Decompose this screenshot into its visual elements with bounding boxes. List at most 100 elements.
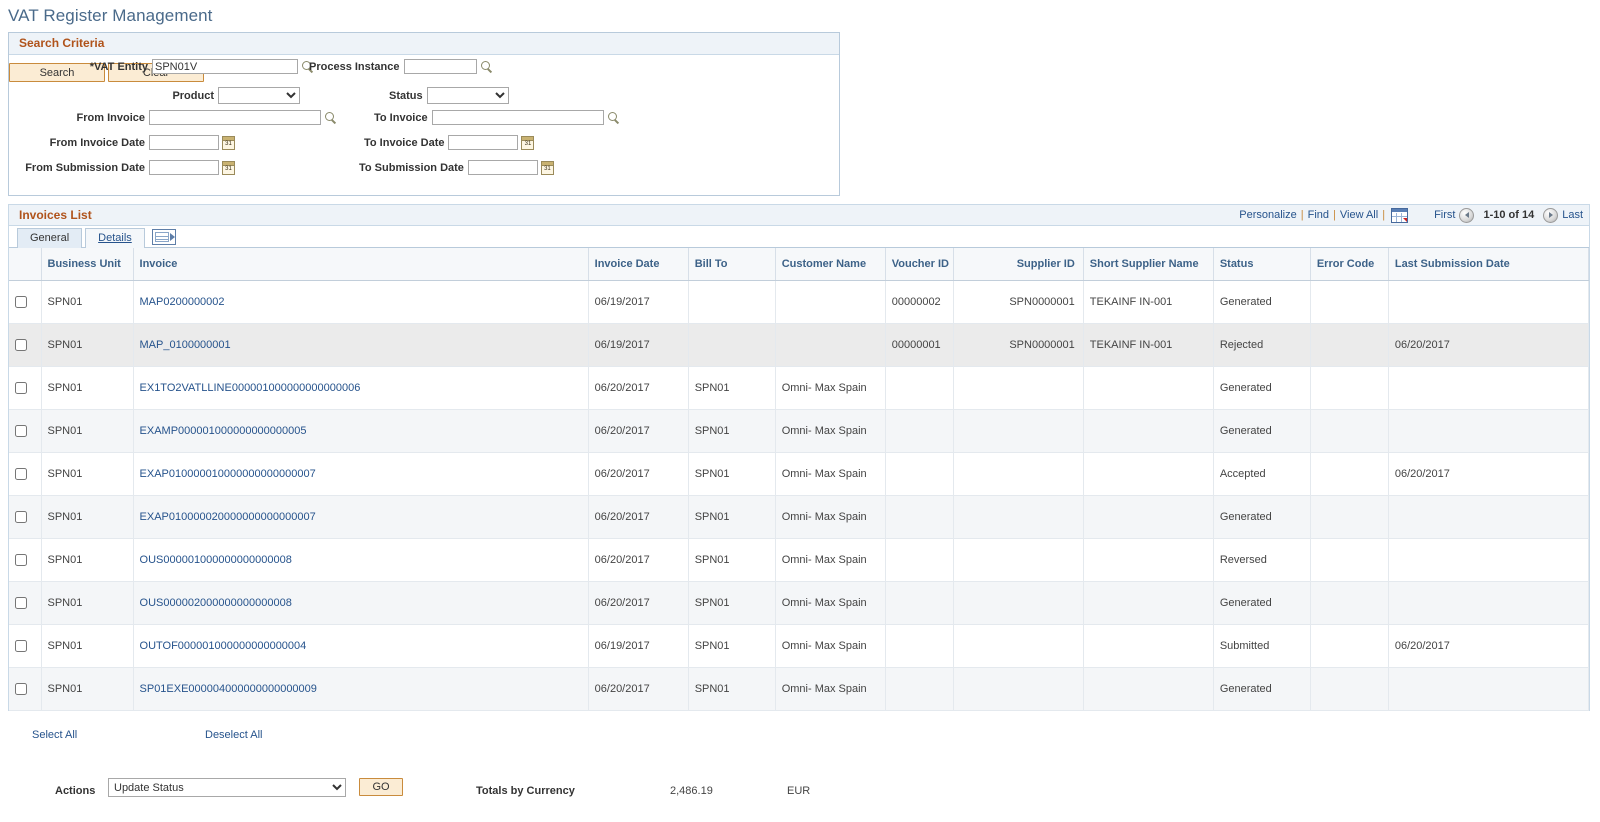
invoice-link[interactable]: OUS000002000000000000008 [140,597,292,609]
search-criteria-legend: Search Criteria [9,33,839,55]
invoice-link[interactable]: EXAP010000010000000000000007 [140,468,316,480]
invoice-link[interactable]: EXAMP000001000000000000005 [140,425,307,437]
actions-select[interactable]: Update Status [108,778,346,797]
cell-last_submission_date: 06/20/2017 [1388,452,1590,496]
cell-invoice: MAP_0100000001 [133,323,589,367]
product-select[interactable] [218,87,300,104]
cell-invoice: EXAP010000020000000000000007 [133,495,589,539]
column-header-supplier_id: Supplier ID [953,248,1084,281]
cell-supplier_id: SPN0000001 [953,280,1084,324]
vat-entity-label: *VAT Entity [89,60,148,73]
cell-short_supplier_name [1083,495,1214,539]
cell-supplier_id [953,624,1084,668]
cell-customer_name: Omni- Max Spain [775,538,886,582]
row-select-cell [9,323,42,367]
cell-status: Generated [1213,409,1311,453]
cell-invoice: OUS000002000000000000008 [133,581,589,625]
table-row: SPN01 EXAP010000010000000000000007 06/20/2… [9,452,1590,496]
select-all-link[interactable]: Select All [32,729,77,741]
deselect-all-link[interactable]: Deselect All [205,729,262,741]
cell-status: Submitted [1213,624,1311,668]
row-select-checkbox[interactable] [15,382,27,395]
process-instance-label: Process Instance [309,60,400,73]
cell-customer_name: Omni- Max Spain [775,366,886,410]
table-row: SPN01 EX1TO2VATLLINE000001000000000000006… [9,366,1590,410]
go-button[interactable]: GO [359,778,403,796]
from-invoice-date-input[interactable] [149,135,219,150]
invoice-link[interactable]: EX1TO2VATLLINE000001000000000000006 [140,382,361,394]
invoice-link[interactable]: MAP0200000002 [140,296,225,308]
find-link[interactable]: Find [1308,209,1329,221]
invoice-link[interactable]: OUS000001000000000000008 [140,554,292,566]
cell-business_unit: SPN01 [41,624,134,668]
to-invoice-date-input[interactable] [448,135,519,150]
cell-supplier_id [953,538,1084,582]
cell-business_unit: SPN01 [41,538,134,582]
from-invoice-input[interactable] [149,110,321,125]
search-icon[interactable] [480,60,493,74]
cell-customer_name [775,323,886,367]
previous-page-icon[interactable] [1459,207,1475,223]
from-invoice-label: From Invoice [76,111,145,124]
from-submission-date-input[interactable] [149,160,219,175]
bulk-select-links: Select All Deselect All [0,729,1600,753]
grid-tab-expand-icon[interactable] [151,229,176,245]
cell-status: Accepted [1213,452,1311,496]
invoice-link[interactable]: SP01EXE000004000000000000009 [140,683,317,695]
table-header-row: Business Unit Invoice Invoice Date Bill To C… [9,248,1590,281]
invoice-link[interactable]: OUTOF000001000000000000004 [140,640,307,652]
next-page-icon[interactable] [1543,207,1559,223]
vat-entity-input[interactable] [152,59,298,74]
field-process-instance: Process Instance [309,59,493,74]
first-page-link[interactable]: First [1434,209,1455,221]
calendar-icon[interactable]: 31 [222,135,235,150]
table-row: SPN01 EXAP010000020000000000000007 06/20/2… [9,495,1590,539]
row-select-checkbox[interactable] [15,296,27,309]
to-invoice-input[interactable] [431,110,604,125]
download-spreadsheet-icon[interactable] [1391,207,1409,223]
cell-bill_to: SPN01 [688,495,776,539]
row-select-checkbox[interactable] [15,339,27,352]
row-select-cell [9,409,42,453]
process-instance-input[interactable] [403,59,477,74]
row-select-checkbox[interactable] [15,511,27,524]
page-title: VAT Register Management [8,6,213,25]
cell-error_code [1310,280,1389,324]
row-select-checkbox[interactable] [15,683,27,696]
calendar-icon[interactable]: 31 [222,160,235,175]
tab-general[interactable]: General [17,228,83,248]
cell-business_unit: SPN01 [41,581,134,625]
invoice-link[interactable]: MAP_0100000001 [140,339,231,351]
cell-short_supplier_name [1083,624,1214,668]
totals-by-currency-label: Totals by Currency [476,785,575,797]
cell-business_unit: SPN01 [41,452,134,496]
cell-supplier_id [953,366,1084,410]
search-icon[interactable] [607,111,620,125]
cell-business_unit: SPN01 [41,667,134,711]
row-select-checkbox[interactable] [15,468,27,481]
view-all-link[interactable]: View All [1340,209,1378,221]
cell-last_submission_date [1388,495,1590,539]
invoice-link[interactable]: EXAP010000020000000000000007 [140,511,316,523]
calendar-icon[interactable]: 31 [521,135,535,150]
status-select[interactable] [426,87,509,104]
cell-voucher_id [885,667,954,711]
cell-last_submission_date [1388,280,1590,324]
column-header-short_supplier_name: Short Supplier Name [1083,248,1214,281]
cell-invoice: OUTOF000001000000000000004 [133,624,589,668]
cell-customer_name: Omni- Max Spain [775,409,886,453]
tab-details[interactable]: Details [85,228,145,248]
cell-invoice_date: 06/19/2017 [588,280,689,324]
to-submission-date-input[interactable] [467,160,538,175]
calendar-icon[interactable]: 31 [540,160,554,175]
last-page-link[interactable]: Last [1562,209,1583,221]
row-select-checkbox[interactable] [15,640,27,653]
totals-amount: 2,486.19 [670,785,713,797]
row-select-cell [9,366,42,410]
row-select-checkbox[interactable] [15,425,27,438]
row-select-checkbox[interactable] [15,597,27,610]
search-icon[interactable] [324,111,337,125]
row-select-checkbox[interactable] [15,554,27,567]
personalize-link[interactable]: Personalize [1239,209,1296,221]
cell-customer_name [775,280,886,324]
